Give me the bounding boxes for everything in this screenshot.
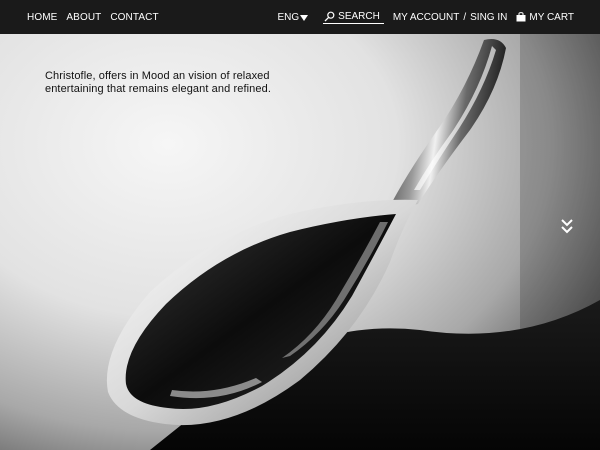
account-separator: /	[463, 11, 467, 23]
language-label: ENG	[277, 11, 300, 23]
scroll-down-button[interactable]	[560, 218, 574, 236]
search-label: SEARCH	[338, 11, 380, 22]
my-cart-label: MY CART	[529, 11, 574, 23]
my-account-link[interactable]: MY ACCOUNT	[393, 12, 460, 23]
my-cart-button[interactable]: MY CART	[516, 12, 574, 23]
search-button[interactable]: SEARCH	[323, 11, 384, 24]
tagline-line-1: Christofle, offers in Mood an vision of …	[45, 70, 270, 82]
account-links: MY ACCOUNT / SING IN	[393, 12, 508, 23]
top-navigation-bar: HOME ABOUT CONTACT ENG SEARCH MY ACCOUNT…	[0, 0, 600, 34]
nav-home-link[interactable]: HOME	[27, 12, 57, 23]
spoon-photo	[0, 0, 600, 450]
tagline-line-2: entertaining that remains elegant and re…	[45, 83, 271, 95]
user-nav: ENG SEARCH MY ACCOUNT / SING IN MY CART	[277, 0, 574, 34]
magnifier-icon	[324, 11, 335, 22]
sign-in-link[interactable]: SING IN	[470, 12, 507, 23]
nav-contact-link[interactable]: CONTACT	[110, 12, 158, 23]
triangle-down-icon	[300, 15, 309, 21]
double-chevron-down-icon	[561, 219, 573, 234]
hero-tagline: Christofle, offers in Mood an vision of …	[45, 70, 295, 96]
main-nav: HOME ABOUT CONTACT	[27, 0, 159, 34]
shopping-bag-icon	[516, 12, 526, 22]
hero-image	[0, 0, 600, 450]
language-selector[interactable]: ENG	[277, 11, 309, 23]
nav-about-link[interactable]: ABOUT	[66, 12, 101, 23]
